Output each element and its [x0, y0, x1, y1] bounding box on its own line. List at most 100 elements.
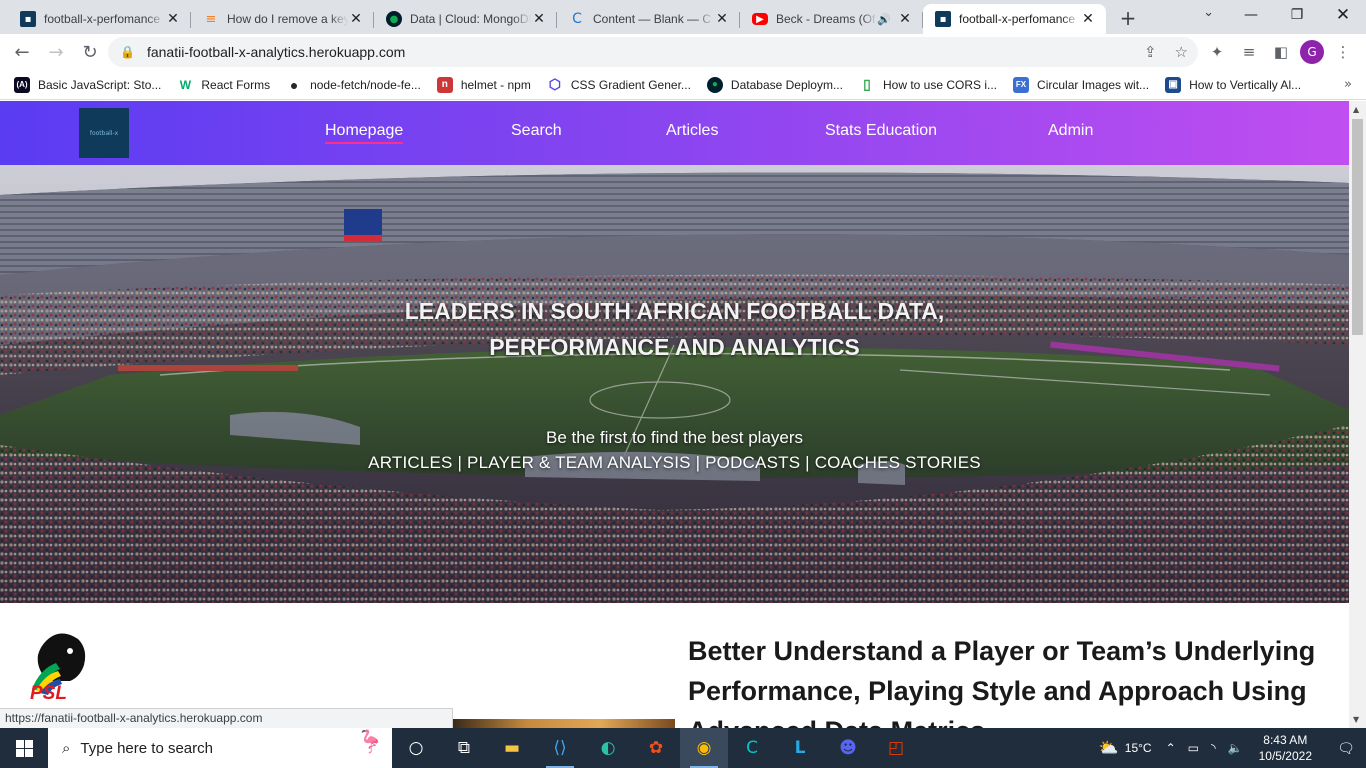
close-window-icon[interactable]: ✕ [1320, 0, 1366, 30]
taskbar-search-box[interactable]: ⌕ Type here to search 🦩 [48, 728, 392, 768]
search-icon: ⌕ [62, 739, 71, 757]
close-tab-icon[interactable]: ✕ [348, 11, 364, 27]
bookmark-label: node-fetch/node-fe... [310, 77, 421, 92]
bookmark-item[interactable]: (A) Basic JavaScript: Sto... [14, 76, 161, 93]
gradient-icon: ⬡ [548, 76, 561, 92]
share-icon[interactable]: ⇪ [1144, 43, 1157, 61]
taskbar-clock[interactable]: 8:43 AM 10/5/2022 [1259, 732, 1312, 764]
browser-toolbar: ← → ↻ 🔒 fanatii-football-x-analytics.her… [0, 34, 1366, 70]
freecodecamp-icon: (A) [14, 76, 30, 93]
nav-stats-education[interactable]: Stats Education [825, 122, 937, 140]
back-arrow-icon[interactable]: ← [6, 36, 38, 68]
discord-icon[interactable]: ☻ [824, 728, 872, 768]
volume-icon[interactable]: 🔈 [1228, 741, 1243, 755]
scrollbar-thumb[interactable] [1352, 119, 1363, 335]
bookmark-item[interactable]: FX Circular Images wit... [1013, 76, 1149, 93]
chrome-icon[interactable]: ◉ [680, 728, 728, 768]
edge-icon[interactable]: ◐ [584, 728, 632, 768]
weather-widget[interactable]: ⛅ 15°C [1099, 738, 1152, 758]
logo-text: football-x [89, 129, 119, 137]
bookmark-label: Database Deploym... [730, 77, 843, 92]
browser-tab[interactable]: ≡ How do I remove a key ✕ [191, 4, 374, 34]
media-control-icon[interactable]: ≡ [1236, 43, 1262, 61]
bookmark-star-icon[interactable]: ☆ [1175, 43, 1188, 61]
bookmark-item[interactable]: ▯ How to use CORS i... [859, 76, 997, 93]
close-tab-icon[interactable]: ✕ [531, 11, 547, 27]
new-tab-button[interactable]: + [1114, 4, 1142, 32]
browser-tab-active[interactable]: ▪ football-x-perfomance ✕ [923, 4, 1106, 34]
bookmark-item[interactable]: n helmet - npm [436, 76, 531, 93]
more-menu-icon[interactable]: ⋮ [1330, 43, 1356, 61]
lock-icon[interactable]: 🔒 [120, 45, 135, 59]
tab-search-icon[interactable]: ⌄ [1203, 5, 1214, 20]
blog-icon: ▣ [1165, 76, 1182, 93]
profile-avatar[interactable]: G [1300, 40, 1324, 64]
windows-start-icon[interactable] [0, 728, 48, 768]
maximize-icon[interactable]: ❐ [1274, 0, 1320, 30]
bookmark-label: React Forms [201, 77, 271, 92]
nav-articles[interactable]: Articles [666, 122, 718, 140]
browser-tab[interactable]: ● Data | Cloud: MongoDB ✕ [374, 4, 557, 34]
tab-title: Beck - Dreams (Of [776, 12, 876, 26]
document-icon: ▯ [863, 76, 871, 92]
chevron-up-icon[interactable]: ⌃ [1166, 741, 1176, 755]
more-bookmarks-icon[interactable]: » [1344, 77, 1352, 92]
tab-title: football-x-perfomance [44, 12, 161, 26]
office-icon[interactable]: ◰ [872, 728, 920, 768]
clock-date: 10/5/2022 [1258, 749, 1312, 763]
hero-categories: ARTICLES | PLAYER & TEAM ANALYSIS | PODC… [368, 453, 981, 472]
battery-icon[interactable]: ▭ [1188, 741, 1199, 755]
github-icon: ● [289, 76, 299, 93]
bookmark-item[interactable]: ● Database Deploym... [706, 76, 843, 93]
scroll-up-icon[interactable]: ▲ [1353, 105, 1359, 114]
bookmark-label: CSS Gradient Gener... [570, 77, 691, 92]
weather-cloud-icon: ⛅ [1098, 740, 1119, 757]
scroll-down-icon[interactable]: ▼ [1353, 715, 1359, 724]
url-text[interactable]: fanatii-football-x-analytics.herokuapp.c… [147, 44, 405, 60]
mongodb-icon: ● [706, 76, 723, 93]
hero-banner: LEADERS IN SOUTH AFRICAN FOOTBALL DATA, … [0, 165, 1349, 603]
close-tab-icon[interactable]: ✕ [165, 11, 181, 27]
page-scrollbar[interactable]: ▲ ▼ [1349, 101, 1366, 728]
extensions-icon[interactable]: ✦ [1204, 43, 1230, 61]
close-tab-icon[interactable]: ✕ [897, 11, 913, 27]
cortana-icon[interactable]: ○ [392, 728, 440, 768]
minimize-icon[interactable]: — [1228, 0, 1274, 30]
window-controls: — ❐ ✕ [1228, 0, 1366, 30]
close-tab-icon[interactable]: ✕ [1080, 11, 1096, 27]
psl-logo-text: PSL [30, 683, 67, 704]
contentful-favicon-icon: C [572, 11, 582, 27]
figma-icon[interactable]: ✿ [632, 728, 680, 768]
bookmark-item[interactable]: ⬡ CSS Gradient Gener... [547, 76, 691, 93]
address-bar[interactable]: 🔒 fanatii-football-x-analytics.herokuapp… [108, 37, 1198, 67]
close-tab-icon[interactable]: ✕ [714, 11, 730, 27]
nav-admin[interactable]: Admin [1048, 122, 1093, 140]
link-status-bubble: https://fanatii-football-x-analytics.her… [0, 708, 453, 728]
reload-icon[interactable]: ↻ [74, 36, 106, 68]
browser-tab[interactable]: ▪ football-x-perfomance ✕ [8, 4, 191, 34]
task-view-icon[interactable]: ⧉ [440, 728, 488, 768]
bookmark-item[interactable]: ● node-fetch/node-fe... [286, 77, 421, 93]
site-favicon-icon: ▪ [20, 11, 36, 27]
tab-title: Content — Blank — C [593, 12, 712, 26]
browser-tab[interactable]: C Content — Blank — C ✕ [557, 4, 740, 34]
fx-icon: FX [1013, 76, 1030, 93]
notifications-icon[interactable]: 🗨 [1326, 740, 1366, 757]
nav-homepage[interactable]: Homepage [325, 122, 404, 144]
bookmark-item[interactable]: W React Forms [177, 77, 270, 93]
forward-arrow-icon[interactable]: → [40, 36, 72, 68]
site-logo[interactable]: football-x [79, 108, 129, 158]
speaker-icon[interactable]: 🔊 [877, 13, 891, 26]
vscode-icon[interactable]: ⟨⟩ [536, 728, 584, 768]
lightshot-icon[interactable]: L [776, 728, 824, 768]
clock-time: 8:43 AM [1263, 733, 1308, 747]
bookmark-label: helmet - npm [460, 77, 531, 92]
file-explorer-icon[interactable]: ▬ [488, 728, 536, 768]
bookmark-item[interactable]: ▣ How to Vertically Al... [1165, 76, 1301, 93]
side-panel-icon[interactable]: ◧ [1268, 43, 1294, 61]
nav-search[interactable]: Search [511, 122, 562, 140]
browser-tab[interactable]: ▶ Beck - Dreams (Of 🔊 ✕ [740, 4, 923, 34]
tab-title: football-x-perfomance [959, 12, 1076, 26]
canva-icon[interactable]: C [728, 728, 776, 768]
wifi-icon[interactable]: ◝ [1211, 741, 1216, 755]
